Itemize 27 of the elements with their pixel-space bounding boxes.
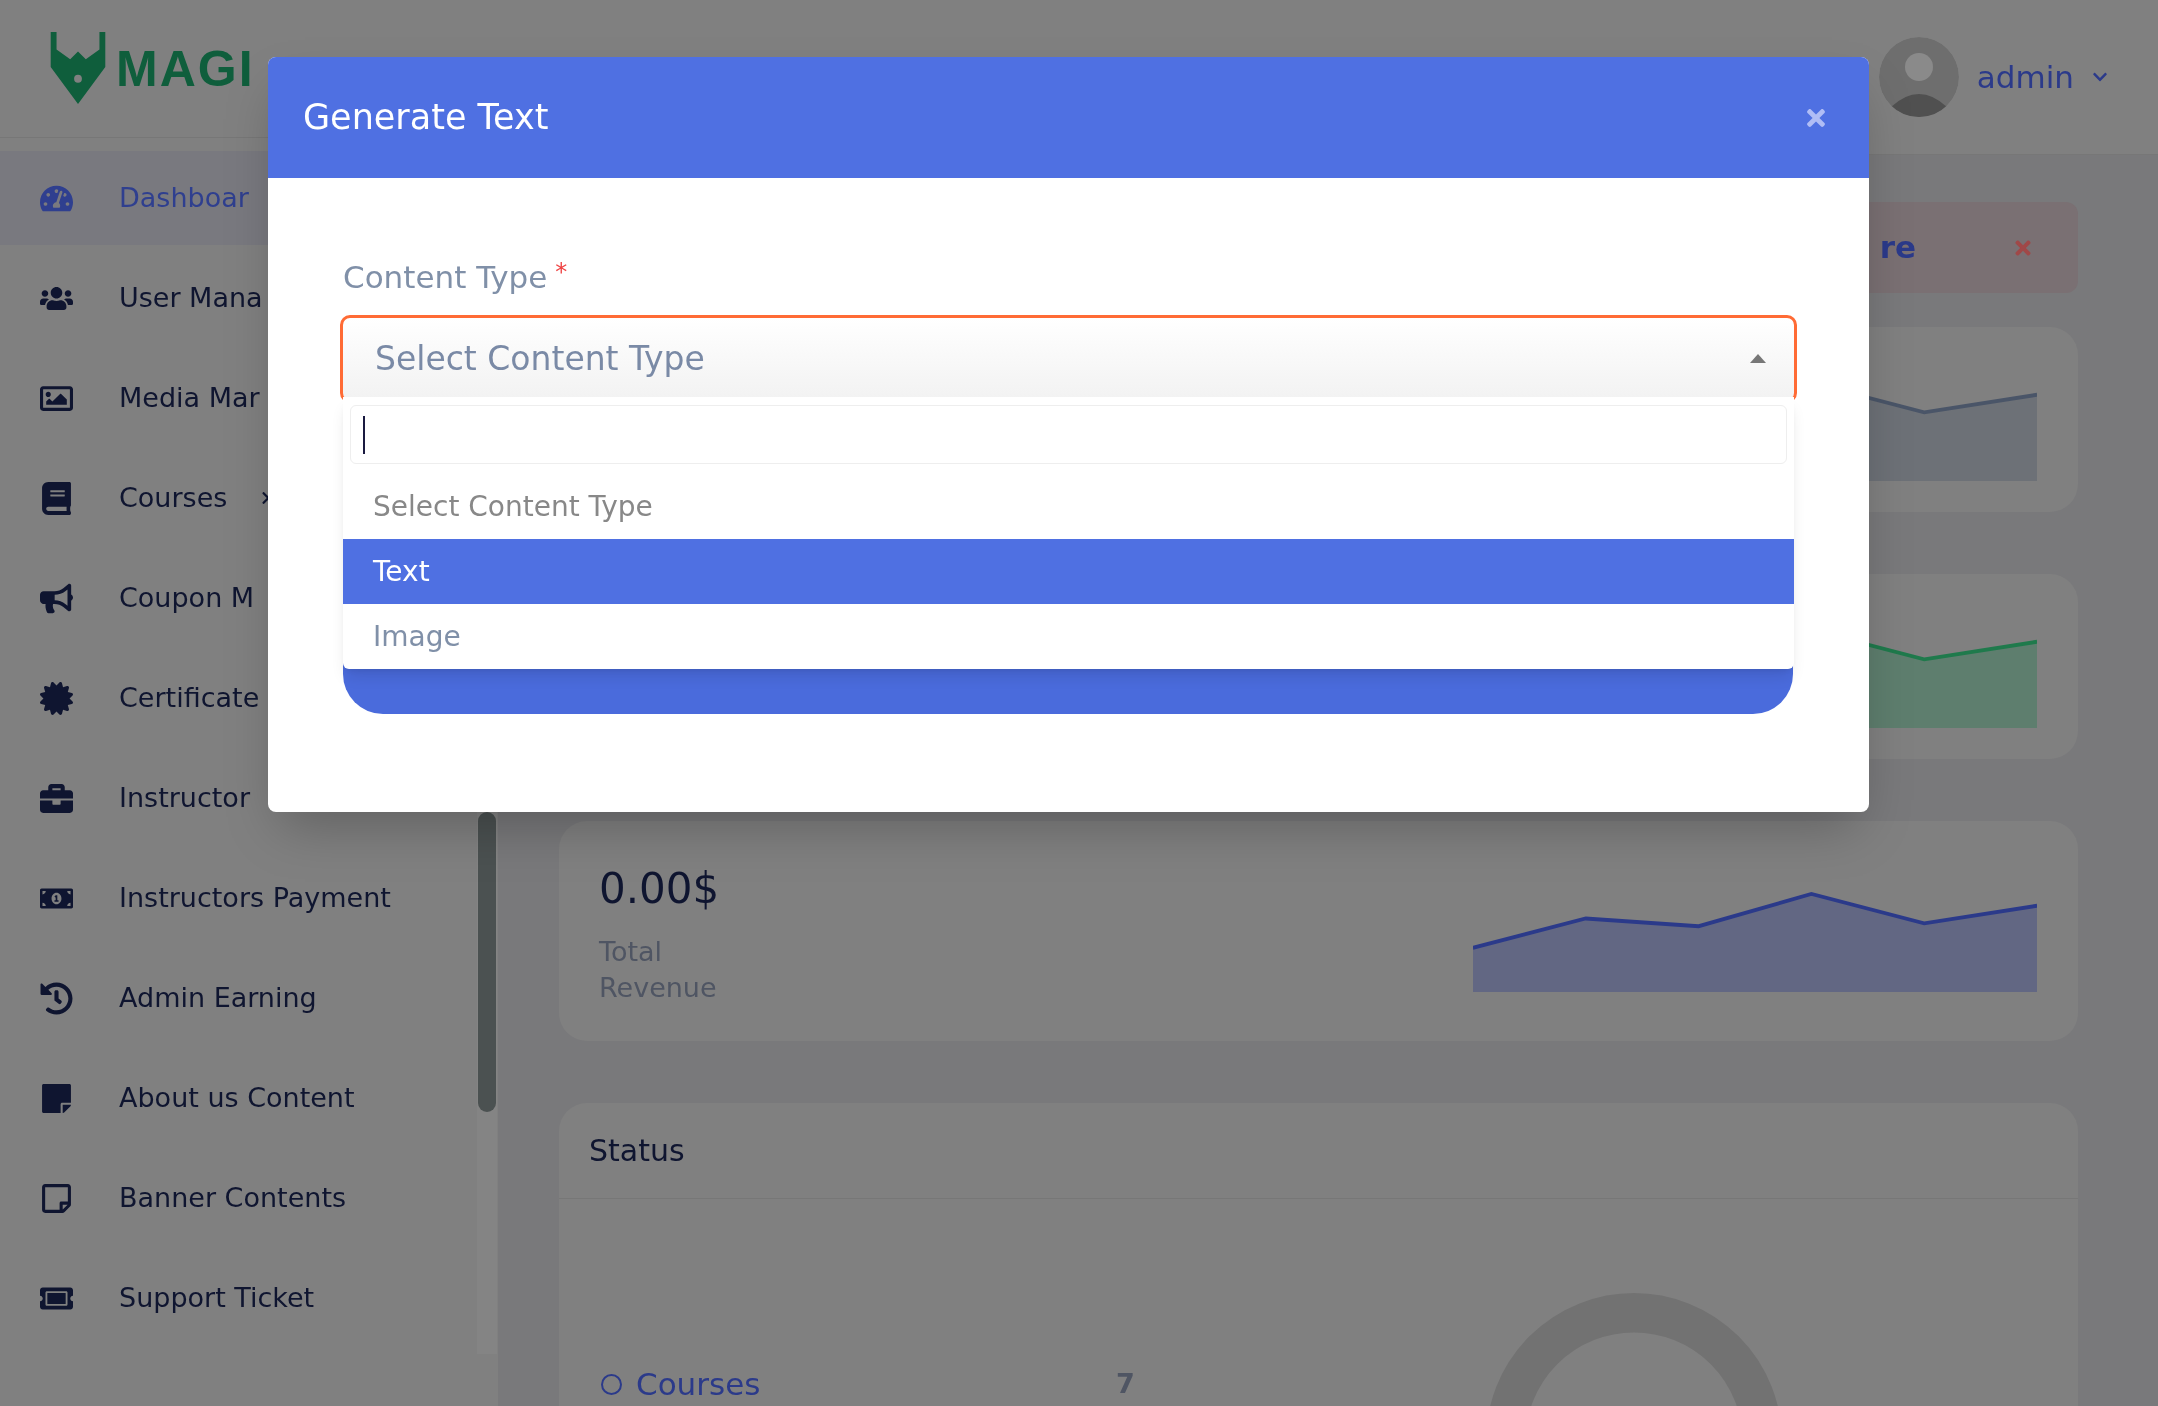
sidebar-item[interactable]: Instructors Payment — [0, 851, 498, 945]
badge-icon — [40, 681, 73, 715]
avatar[interactable] — [1878, 37, 1959, 117]
history-icon — [40, 981, 73, 1015]
search-field[interactable] — [350, 405, 1787, 464]
dropdown-option[interactable]: Text — [343, 539, 1794, 604]
sidebar-item[interactable]: About us Content — [0, 1051, 498, 1145]
note-icon — [40, 1081, 73, 1115]
megaphone-icon — [40, 581, 73, 615]
alert-text: re — [1879, 228, 1916, 268]
sidebar-item[interactable]: Admin Earning — [0, 951, 498, 1045]
card-title: Status — [589, 1132, 685, 1170]
required-mark: * — [555, 257, 568, 288]
stat-value: 0.00$ — [599, 862, 721, 915]
sidebar-item[interactable]: Banner Contents — [0, 1151, 498, 1245]
username[interactable]: admin — [1976, 53, 2074, 101]
field-label: Content Type — [343, 258, 548, 297]
dropdown-option[interactable]: Select Content Type — [343, 474, 1794, 539]
caret-icon — [1750, 354, 1766, 363]
briefcase-icon — [40, 781, 73, 815]
note-icon — [40, 1181, 73, 1215]
logo-text: MAGI — [116, 43, 255, 94]
modal-title: Generate Text — [303, 96, 549, 140]
legend-label[interactable]: Courses — [636, 1361, 1116, 1406]
book-icon — [40, 481, 73, 515]
sidebar-item[interactable]: Support Ticket — [0, 1251, 498, 1345]
sidebar-item[interactable]: Instructor — [0, 751, 498, 845]
